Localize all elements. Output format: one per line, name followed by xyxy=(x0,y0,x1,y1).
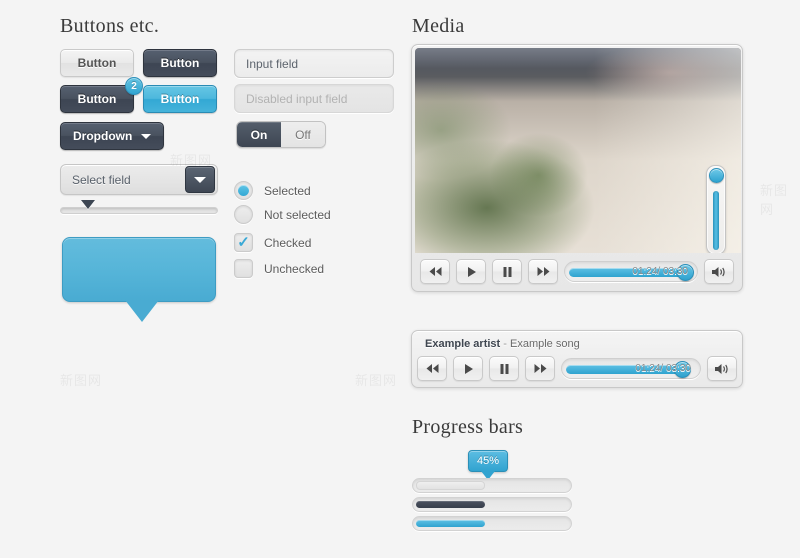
progress-tooltip-label: 45% xyxy=(476,455,500,467)
volume-button[interactable] xyxy=(704,259,734,284)
checkbox-unchecked[interactable]: Unchecked xyxy=(234,259,324,278)
notification-badge: 2 xyxy=(125,77,143,95)
progress-bar-blue xyxy=(412,516,572,531)
video-control-bar: 01:24/ 03:30 xyxy=(415,253,739,290)
speech-bubble xyxy=(62,237,216,322)
checkbox-icon-checked[interactable]: ✓ xyxy=(234,233,253,252)
video-volume-slider[interactable] xyxy=(706,165,726,253)
progress-tooltip: 45% xyxy=(468,450,508,480)
dark-button[interactable]: Button xyxy=(143,49,217,77)
audio-player: Example artist - Example song 01:24/ 03:… xyxy=(411,330,743,388)
play-button[interactable] xyxy=(456,259,486,284)
on-off-toggle[interactable]: On Off xyxy=(236,121,326,148)
progress-bar-light xyxy=(412,478,572,493)
select-field-arrow-button[interactable] xyxy=(185,166,215,193)
chevron-down-icon xyxy=(141,133,152,139)
dark-button-badge-label: Button xyxy=(77,92,117,106)
watermark: 新图网 xyxy=(60,374,103,389)
select-field-value: Select field xyxy=(72,172,131,187)
dropdown-button-label: Dropdown xyxy=(73,129,133,143)
video-seek-bar[interactable]: 01:24/ 03:30 xyxy=(564,261,698,282)
text-input[interactable] xyxy=(234,49,394,78)
audio-track-meta: Example artist - Example song xyxy=(412,331,742,350)
audio-song-title: Example song xyxy=(510,338,580,350)
dropdown-button[interactable]: Dropdown xyxy=(60,122,165,150)
video-screen[interactable] xyxy=(415,48,741,253)
page-title-buttons: Buttons etc. xyxy=(60,15,160,37)
dark-button-with-badge[interactable]: Button 2 xyxy=(60,77,143,113)
progress-bar-fill xyxy=(416,501,486,508)
watermark: 新图网 xyxy=(355,374,398,389)
video-frame-layer xyxy=(415,48,741,253)
page-title-media: Media xyxy=(412,15,465,37)
volume-slider-fill xyxy=(713,191,719,250)
select-field[interactable]: Select field xyxy=(60,164,218,195)
pause-button[interactable] xyxy=(489,356,519,381)
volume-button[interactable] xyxy=(707,356,737,381)
radio-selected-label: Selected xyxy=(264,183,311,198)
radio-not-selected-label: Not selected xyxy=(264,207,331,222)
radio-not-selected[interactable]: Not selected xyxy=(234,205,331,224)
rewind-button[interactable] xyxy=(420,259,450,284)
speech-bubble-tail xyxy=(125,300,159,322)
ui-kit-page: Buttons etc. Media Progress bars Button … xyxy=(0,0,800,558)
progress-bar-fill xyxy=(416,520,486,527)
play-button[interactable] xyxy=(453,356,483,381)
audio-time-label: 01:24/ 03:30 xyxy=(635,363,691,374)
radio-selected[interactable]: Selected xyxy=(234,181,311,200)
checkbox-unchecked-label: Unchecked xyxy=(264,261,325,276)
fast-forward-button[interactable] xyxy=(528,259,558,284)
pause-button[interactable] xyxy=(492,259,522,284)
watermark: 新图网 xyxy=(760,184,789,218)
checkmark-icon: ✓ xyxy=(237,234,250,251)
video-player: 01:24/ 03:30 xyxy=(411,44,743,292)
radio-icon-filled[interactable] xyxy=(234,181,253,200)
audio-seek-bar[interactable]: 01:24/ 03:30 xyxy=(561,358,701,379)
range-slider-handle[interactable] xyxy=(80,200,95,209)
primary-button-label: Button xyxy=(160,92,200,106)
range-slider[interactable] xyxy=(60,200,218,214)
fast-forward-button[interactable] xyxy=(525,356,555,381)
rewind-button[interactable] xyxy=(417,356,447,381)
progress-bar-fill xyxy=(416,481,486,490)
toggle-on-segment[interactable]: On xyxy=(237,122,281,147)
dark-button-label: Button xyxy=(160,56,200,70)
toggle-off-segment[interactable]: Off xyxy=(281,122,325,147)
disabled-text-input xyxy=(234,84,394,113)
volume-slider-handle[interactable] xyxy=(709,168,724,183)
chevron-down-icon xyxy=(194,176,206,183)
checkbox-checked-label: Checked xyxy=(264,235,312,250)
page-title-progress-bars: Progress bars xyxy=(412,416,524,438)
light-button-label: Button xyxy=(77,56,117,70)
light-button[interactable]: Button xyxy=(60,49,134,77)
checkbox-icon-empty[interactable] xyxy=(234,259,253,278)
video-time-label: 01:24/ 03:30 xyxy=(632,266,688,277)
audio-separator: - xyxy=(503,338,507,350)
checkbox-checked[interactable]: ✓ Checked xyxy=(234,233,311,252)
audio-artist: Example artist xyxy=(425,338,501,350)
radio-icon-empty[interactable] xyxy=(234,205,253,224)
radio-dot xyxy=(238,185,249,196)
progress-bar-dark xyxy=(412,497,572,512)
audio-control-bar: 01:24/ 03:30 xyxy=(412,350,742,387)
primary-button[interactable]: Button xyxy=(143,85,217,113)
